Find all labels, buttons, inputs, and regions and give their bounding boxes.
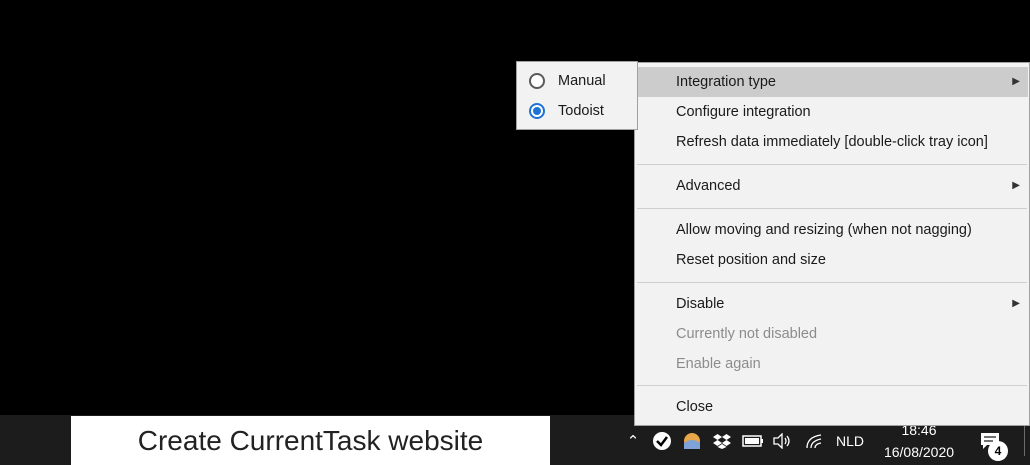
menu-separator	[637, 385, 1027, 386]
menu-item-enable-again: Enable again	[636, 349, 1028, 379]
menu-separator	[637, 164, 1027, 165]
menu-item-label: Refresh data immediately [double-click t…	[676, 134, 988, 150]
radio-selected-icon[interactable]	[529, 103, 545, 119]
menu-item-label: Close	[676, 399, 714, 415]
menu-item-disable[interactable]: Disable ▶	[636, 289, 1028, 319]
menu-item-label: Integration type	[676, 74, 776, 90]
menu-item-label: Advanced	[676, 178, 741, 194]
menu-item-label: Disable	[676, 296, 725, 312]
context-menu: Integration type ▶ Configure integration…	[634, 62, 1030, 426]
menu-item-label: Currently not disabled	[676, 326, 818, 342]
menu-item-advanced[interactable]: Advanced ▶	[636, 171, 1028, 201]
current-task-widget[interactable]: Create CurrentTask website	[71, 416, 550, 465]
show-desktop-button[interactable]	[1024, 426, 1025, 456]
menu-separator	[637, 208, 1027, 209]
submenu-item-label: Todoist	[558, 103, 604, 119]
menu-item-label: Reset position and size	[676, 252, 826, 268]
current-task-title: Create CurrentTask website	[137, 424, 484, 456]
submenu-arrow-icon: ▶	[1012, 76, 1020, 87]
submenu-item-manual[interactable]: Manual	[518, 66, 636, 96]
clock-date: 16/08/2020	[883, 444, 955, 460]
menu-item-label: Configure integration	[676, 104, 811, 120]
notification-count-badge: 4	[988, 441, 1008, 461]
menu-item-label: Enable again	[676, 356, 761, 372]
submenu-arrow-icon: ▶	[1012, 180, 1020, 191]
menu-separator	[637, 282, 1027, 283]
submenu-arrow-icon: ▶	[1012, 298, 1020, 309]
submenu-item-label: Manual	[558, 73, 606, 89]
radio-unselected-icon[interactable]	[529, 73, 545, 89]
menu-item-integration-type[interactable]: Integration type ▶	[636, 67, 1028, 97]
submenu-item-todoist[interactable]: Todoist	[518, 96, 636, 126]
menu-item-refresh-data[interactable]: Refresh data immediately [double-click t…	[636, 127, 1028, 157]
menu-item-allow-moving-resizing[interactable]: Allow moving and resizing (when not nagg…	[636, 215, 1028, 245]
menu-item-configure-integration[interactable]: Configure integration	[636, 97, 1028, 127]
menu-item-reset-position[interactable]: Reset position and size	[636, 245, 1028, 275]
menu-item-close[interactable]: Close	[636, 392, 1028, 422]
menu-item-label: Allow moving and resizing (when not nagg…	[676, 222, 972, 238]
menu-item-currently-not-disabled: Currently not disabled	[636, 319, 1028, 349]
integration-type-submenu: Manual Todoist	[516, 61, 638, 130]
